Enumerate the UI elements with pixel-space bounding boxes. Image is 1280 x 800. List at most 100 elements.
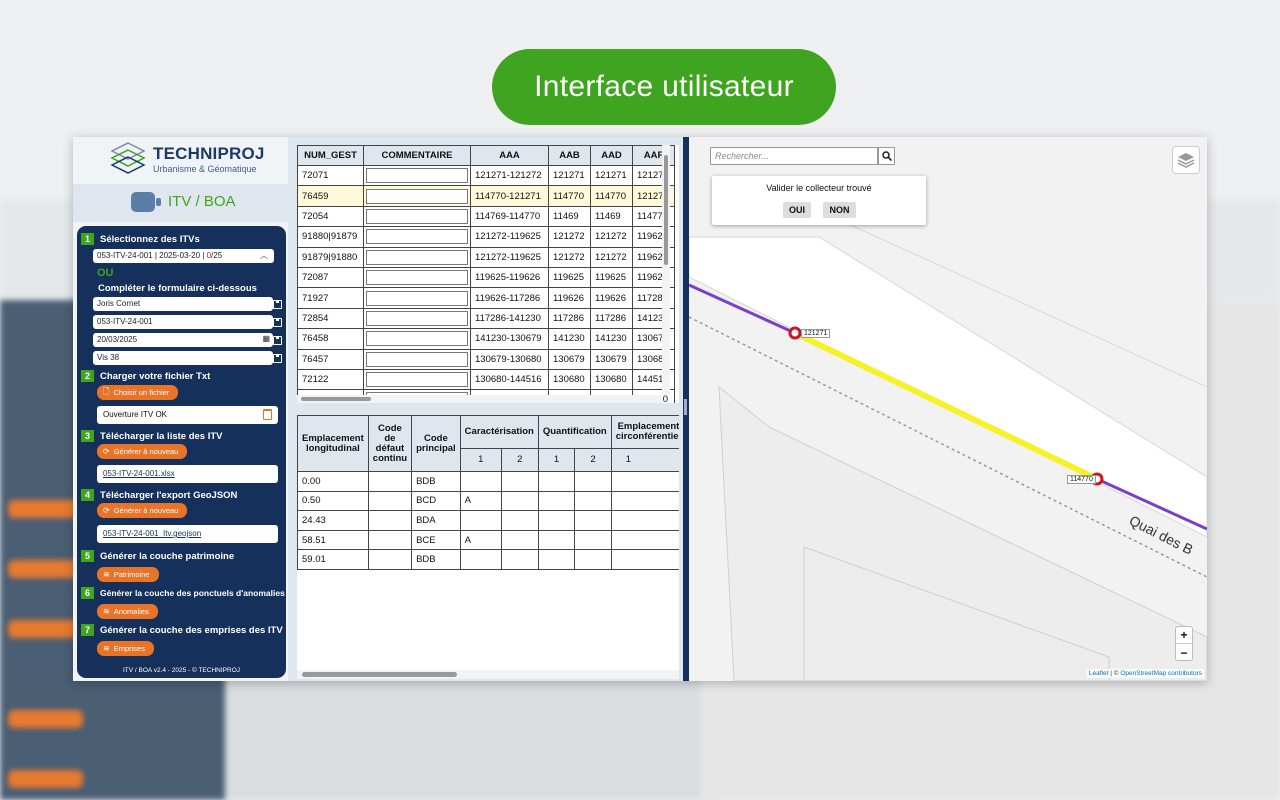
anomalies-button[interactable]: ≋ Anomalies [97, 604, 158, 619]
save-icon[interactable] [273, 336, 282, 345]
comment-cell[interactable] [363, 205, 471, 228]
horizontal-scrollbar[interactable] [297, 670, 679, 679]
trash-icon[interactable] [263, 409, 272, 420]
table-row[interactable]: 72054 114769-114770 11469 11469 114770 [297, 205, 675, 228]
zoom-out-button[interactable]: − [1176, 644, 1192, 661]
column-header[interactable]: AAB [548, 145, 591, 166]
table-row[interactable]: 24.43 BDA [297, 510, 679, 531]
geojson-link[interactable]: 053-ITV-24-001_Itv.geojson [97, 525, 278, 543]
table-cell [537, 490, 576, 512]
table-cell: 91880|91879 [297, 226, 364, 248]
comment-input[interactable] [366, 270, 468, 286]
refresh-icon: ⟳ [103, 506, 110, 515]
comment-cell[interactable] [363, 185, 471, 207]
comment-cell[interactable] [363, 348, 471, 370]
table-row[interactable]: 71927 119626-117286 119626 119626 117286 [297, 287, 675, 309]
table-cell: 119625 [590, 266, 633, 289]
no-button[interactable]: NON [823, 202, 856, 218]
comment-input[interactable] [366, 290, 468, 306]
calendar-icon[interactable]: ▦ [262, 334, 270, 343]
table-row[interactable]: 91880|91879 121272-119625 121272 121272 1196… [297, 226, 675, 248]
save-icon[interactable] [273, 318, 282, 327]
column-header[interactable]: Code principal [411, 415, 461, 472]
choose-file-button[interactable]: 🗋 Choisir un fichier [97, 385, 179, 400]
comment-cell[interactable] [363, 287, 471, 309]
xlsx-link[interactable]: 053-ITV-24-001.xlsx [97, 465, 278, 483]
leaflet-link[interactable]: Leaflet [1089, 670, 1109, 677]
comment-input[interactable] [366, 310, 468, 326]
comment-input[interactable] [366, 208, 468, 224]
table-row[interactable]: 59.01 BDB [297, 549, 679, 570]
comment-input[interactable] [366, 249, 468, 265]
zoom-in-button[interactable]: + [1176, 627, 1192, 644]
date-field[interactable]: 20/03/2025 ▦ [93, 333, 273, 347]
table-row[interactable]: 72854 117286-141230 117286 117286 141230 [297, 307, 675, 330]
horizontal-scrollbar[interactable] [297, 395, 662, 403]
vertical-scrollbar[interactable] [662, 145, 670, 395]
yes-button[interactable]: OUI [783, 202, 811, 218]
comment-input[interactable] [366, 168, 468, 184]
table-row[interactable]: 91879|91880 121272-119625 121272 121272 1196… [297, 246, 675, 268]
search-input[interactable]: Rechercher... [710, 147, 878, 165]
column-header[interactable]: AAD [590, 145, 633, 166]
comment-cell[interactable] [363, 328, 471, 350]
osm-link[interactable]: OpenStreetMap contributors [1120, 670, 1202, 677]
column-header[interactable]: AAA [470, 145, 549, 166]
logo-name: TECHNIPROJ [153, 144, 265, 163]
regenerate-list-button[interactable]: ⟳ Générer à nouveau [97, 444, 188, 459]
table-row[interactable]: 0.00 BDB [297, 471, 679, 492]
comment-input[interactable] [366, 229, 468, 245]
comment-cell[interactable] [363, 226, 471, 248]
table-row[interactable]: 76458 141230-130679 141230 141230 130679 [297, 328, 675, 350]
column-header[interactable]: Emplacement longitudinal [297, 415, 369, 472]
comment-cell[interactable] [363, 266, 471, 289]
column-header[interactable]: Code de défaut continu [367, 415, 413, 472]
table-cell: 141230-130679 [470, 328, 549, 350]
column-header[interactable]: Caractérisation [459, 415, 539, 450]
column-header[interactable]: NUM_GEST [297, 145, 364, 166]
table-row[interactable]: 72071 121271-121272 121271 121271 121272 [297, 164, 675, 187]
table-row[interactable]: 72122 130680-144516 130680 130680 144516 [297, 368, 675, 391]
map-view[interactable]: 121271 114770 Quai des B Rechercher... V… [689, 137, 1207, 681]
patrimoine-button[interactable]: ≋ Patrimoine [97, 567, 159, 582]
comment-cell[interactable] [363, 246, 471, 268]
search-button[interactable] [878, 147, 895, 165]
save-icon[interactable] [273, 300, 282, 309]
regenerate-geojson-button[interactable]: ⟳ Générer à nouveau [97, 503, 188, 518]
comment-input[interactable] [366, 351, 468, 367]
table-row[interactable]: 58.51 BCE A [297, 529, 679, 551]
operator-field[interactable]: Joris Cornet [93, 297, 273, 311]
column-header[interactable]: Quantification [537, 415, 612, 450]
table-cell: 114770 [590, 185, 633, 207]
comment-cell[interactable] [363, 368, 471, 391]
comment-input[interactable] [366, 331, 468, 347]
table-cell: 58.51 [297, 529, 369, 551]
layers-control[interactable] [1172, 146, 1200, 174]
place-field[interactable]: Vis 38 [93, 351, 273, 365]
comment-cell[interactable] [363, 164, 471, 187]
emprises-button[interactable]: ≋ Emprises [97, 641, 154, 656]
table-cell [500, 490, 539, 512]
column-header[interactable]: COMMENTAIRE [363, 145, 471, 166]
table-row[interactable]: 76459 114770-121271 114770 114770 121271 [297, 185, 675, 207]
table-cell [574, 510, 612, 531]
table-cell: 59.01 [297, 549, 369, 570]
table-cell: BCD [411, 490, 461, 512]
save-icon[interactable] [273, 354, 282, 363]
defect-table: Emplacement longitudinal Code de défaut … [297, 415, 679, 570]
comment-cell[interactable] [363, 307, 471, 330]
itv-id-field[interactable]: 053-ITV-24-001 [93, 315, 273, 329]
table-cell: 72071 [297, 164, 364, 187]
table-row[interactable]: 0.50 BCD A [297, 490, 679, 512]
validation-popup: Valider le collecteur trouvé OUI NON [712, 176, 926, 225]
button-label: Emprises [113, 644, 145, 653]
logo-subtitle: Urbanisme & Géomatique [153, 164, 257, 174]
zoom-control: + − [1175, 626, 1193, 661]
module-title: ITV / BOA [168, 193, 236, 210]
column-header[interactable]: Emplacement circonférentiel [610, 415, 679, 450]
table-row[interactable]: 72087 119625-119626 119625 119625 119626 [297, 266, 675, 289]
table-row[interactable]: 76457 130679-130680 130679 130679 130680 [297, 348, 675, 370]
comment-input[interactable] [366, 188, 468, 204]
comment-input[interactable] [366, 372, 468, 388]
itv-select[interactable]: 053-ITV-24-001 | 2025-03-20 | 0/25 ︿ [93, 249, 274, 263]
